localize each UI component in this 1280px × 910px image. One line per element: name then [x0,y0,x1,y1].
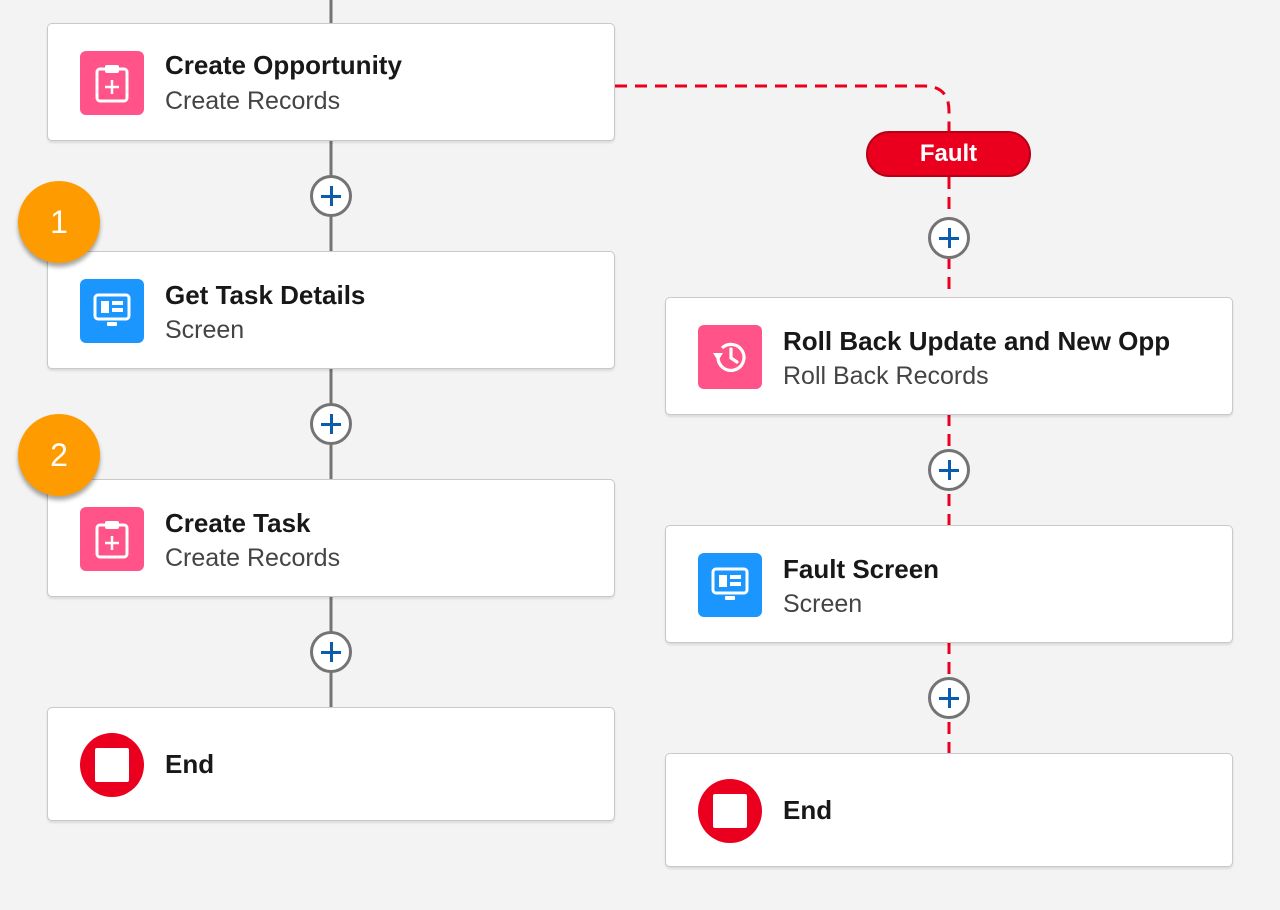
node-get-task-details[interactable]: Get Task Details Screen [47,251,615,369]
node-fault-end[interactable]: End [665,753,1233,867]
screen-icon [698,553,762,617]
node-create-task[interactable]: Create Task Create Records [47,479,615,597]
end-icon [80,733,144,797]
add-element-button[interactable] [310,403,352,445]
screen-icon [80,279,144,343]
flow-canvas: Create Opportunity Create Records Get Ta… [0,0,1280,910]
node-title: Roll Back Update and New Opp [783,326,1171,356]
roll-back-icon [698,325,762,389]
node-title: Create Opportunity [165,50,402,80]
node-subtitle: Screen [165,316,245,344]
callout-badge-2: 2 [18,414,100,496]
node-subtitle: Create Records [165,87,341,115]
node-subtitle: Screen [783,590,863,618]
add-element-button[interactable] [310,175,352,217]
fault-path-label[interactable]: Fault [866,131,1031,177]
create-records-icon [80,507,144,571]
add-element-button[interactable] [928,677,970,719]
add-element-button[interactable] [928,217,970,259]
node-title: End [783,795,833,825]
add-element-button[interactable] [310,631,352,673]
callout-number: 2 [50,436,68,473]
node-create-opportunity[interactable]: Create Opportunity Create Records [47,23,615,141]
callout-badge-1: 1 [18,181,100,263]
fault-connector-branch [615,84,951,131]
node-fault-screen[interactable]: Fault Screen Screen [665,525,1233,643]
node-end[interactable]: End [47,707,615,821]
end-icon [698,779,762,843]
add-element-button[interactable] [928,449,970,491]
node-title: Fault Screen [783,554,940,584]
node-subtitle: Roll Back Records [783,362,989,390]
callout-number: 1 [50,203,68,240]
create-records-icon [80,51,144,115]
node-title: Create Task [165,508,311,538]
node-title: End [165,749,215,779]
node-roll-back-records[interactable]: Roll Back Update and New Opp Roll Back R… [665,297,1233,415]
node-title: Get Task Details [165,280,366,310]
node-subtitle: Create Records [165,544,341,572]
